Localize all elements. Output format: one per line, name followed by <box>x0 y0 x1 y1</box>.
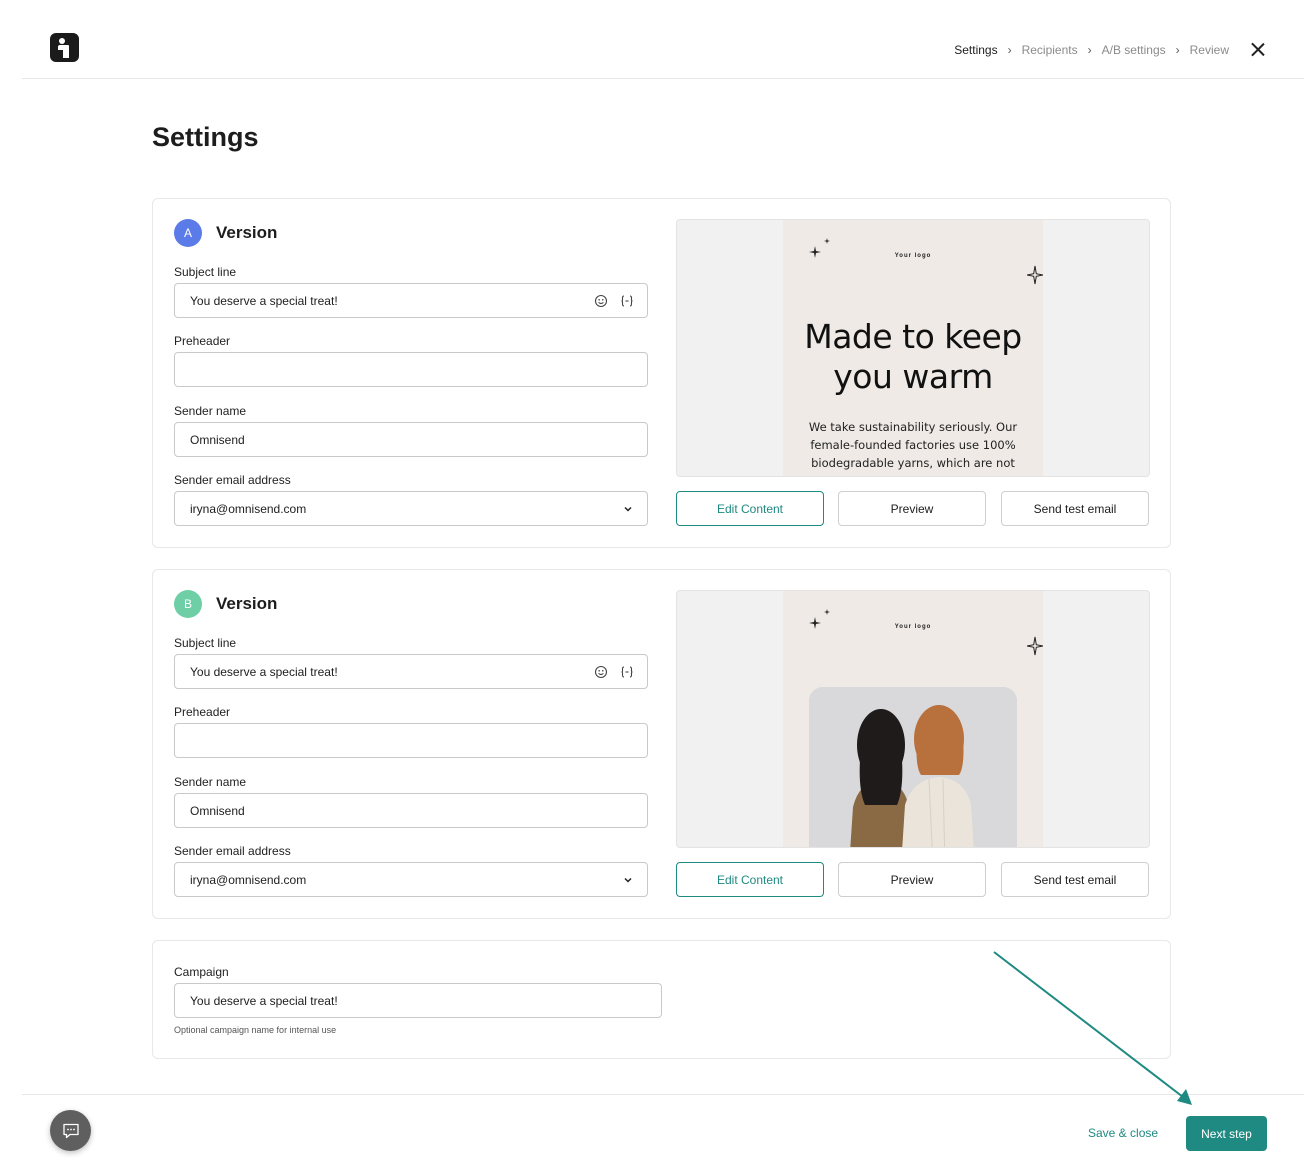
version-a-title: Version <box>216 223 278 242</box>
email-template-a: Your logo Made to keep you warm We take … <box>783 220 1043 476</box>
campaign-value: You deserve a special treat! <box>190 994 338 1008</box>
logo-stem <box>63 45 69 58</box>
version-b-card: B Version Subject line You deserve a spe… <box>152 569 1171 919</box>
sender-name-input-a[interactable]: Omnisend <box>174 422 648 457</box>
subject-line-input-b[interactable]: You deserve a special treat! <box>174 654 648 689</box>
subject-line-value: You deserve a special treat! <box>190 665 338 679</box>
personalization-icon[interactable] <box>619 664 635 680</box>
campaign-card: Campaign You deserve a special treat! Op… <box>152 940 1171 1059</box>
version-b-title: Version <box>216 594 278 613</box>
campaign-label: Campaign <box>174 965 229 979</box>
subject-line-input-a[interactable]: You deserve a special treat! <box>174 283 648 318</box>
version-a-header: A Version <box>174 219 277 247</box>
preheader-label: Preheader <box>174 705 231 719</box>
sender-name-input-b[interactable]: Omnisend <box>174 793 648 828</box>
preview-button[interactable]: Preview <box>838 862 986 897</box>
chevron-right-icon: › <box>1007 43 1012 57</box>
chevron-down-icon <box>624 877 632 883</box>
campaign-hint: Optional campaign name for internal use <box>174 1025 337 1035</box>
edit-content-button[interactable]: Edit Content <box>676 491 824 526</box>
top-bar: Settings › Recipients › A/B settings › R… <box>22 0 1304 79</box>
template-logo-text: Your logo <box>894 624 932 630</box>
preheader-label: Preheader <box>174 334 231 348</box>
send-test-email-button[interactable]: Send test email <box>1001 862 1149 897</box>
template-logo-text: Your logo <box>894 253 932 259</box>
sender-email-select-a[interactable]: iryna@omnisend.com <box>174 491 648 526</box>
logo-dot <box>59 38 65 44</box>
template-body-line: female-founded factories use 100% <box>810 438 1016 452</box>
sparkle-icon <box>809 238 830 258</box>
sender-name-label: Sender name <box>174 775 247 789</box>
chat-button[interactable] <box>50 1110 91 1151</box>
template-body-line: biodegradable yarns, which are not <box>811 456 1015 470</box>
chevron-right-icon: › <box>1175 43 1180 57</box>
sender-email-label: Sender email address <box>174 844 291 858</box>
template-body-line: We take sustainability seriously. Our <box>808 420 1018 434</box>
emoji-icon[interactable] <box>593 293 609 309</box>
sender-email-select-b[interactable]: iryna@omnisend.com <box>174 862 648 897</box>
footer-bar: Save & close Next step <box>22 1094 1304 1170</box>
version-a-badge: A <box>174 219 202 247</box>
close-icon[interactable] <box>1250 42 1266 58</box>
preheader-input-b[interactable] <box>174 723 648 758</box>
version-b-badge: B <box>174 590 202 618</box>
subject-line-label: Subject line <box>174 265 237 279</box>
send-test-email-button[interactable]: Send test email <box>1001 491 1149 526</box>
email-template-b: Your logo <box>783 591 1043 847</box>
preview-button[interactable]: Preview <box>838 491 986 526</box>
sparkle-icon <box>1027 265 1043 285</box>
step-ab-settings[interactable]: A/B settings <box>1102 43 1166 57</box>
sender-name-value: Omnisend <box>190 433 245 447</box>
sender-name-label: Sender name <box>174 404 247 418</box>
template-photo <box>809 687 1017 847</box>
personalization-icon[interactable] <box>619 293 635 309</box>
sender-email-value: iryna@omnisend.com <box>190 873 307 887</box>
emoji-icon[interactable] <box>593 664 609 680</box>
sender-email-value: iryna@omnisend.com <box>190 502 307 516</box>
chat-icon <box>62 1123 79 1138</box>
email-preview-a: Your logo Made to keep you warm We take … <box>676 219 1150 477</box>
sender-email-label: Sender email address <box>174 473 291 487</box>
version-b-header: B Version <box>174 590 277 618</box>
next-step-button[interactable]: Next step <box>1186 1116 1267 1151</box>
photo-two-women <box>809 687 1017 847</box>
chevron-down-icon <box>624 506 632 512</box>
omnisend-logo[interactable] <box>50 33 79 62</box>
template-heading-line: Made to keep <box>804 317 1022 356</box>
step-settings[interactable]: Settings <box>954 43 997 57</box>
version-a-card: A Version Subject line You deserve a spe… <box>152 198 1171 548</box>
subject-line-label: Subject line <box>174 636 237 650</box>
sparkle-icon <box>1027 636 1043 656</box>
preheader-input-a[interactable] <box>174 352 648 387</box>
template-heading: Made to keep you warm <box>783 317 1043 397</box>
step-review[interactable]: Review <box>1190 43 1229 57</box>
save-close-button[interactable]: Save & close <box>1088 1126 1158 1140</box>
page-title: Settings <box>152 122 259 152</box>
sender-name-value: Omnisend <box>190 804 245 818</box>
template-body: We take sustainability seriously. Our fe… <box>801 418 1025 472</box>
sparkle-icon <box>809 609 830 629</box>
chevron-right-icon: › <box>1087 43 1092 57</box>
breadcrumb: Settings › Recipients › A/B settings › R… <box>954 43 1229 57</box>
campaign-input[interactable]: You deserve a special treat! <box>174 983 662 1018</box>
subject-line-value: You deserve a special treat! <box>190 294 338 308</box>
template-heading-line: you warm <box>833 357 993 396</box>
edit-content-button[interactable]: Edit Content <box>676 862 824 897</box>
step-recipients[interactable]: Recipients <box>1022 43 1078 57</box>
email-preview-b: Your logo <box>676 590 1150 848</box>
